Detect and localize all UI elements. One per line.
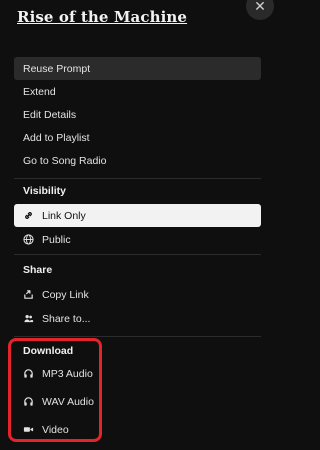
download-highlight-box [8, 338, 102, 442]
divider [14, 178, 261, 179]
share-icon [23, 289, 34, 300]
add-to-playlist-item[interactable]: Add to Playlist [14, 126, 261, 149]
visibility-section: Visibility Link Only Public [14, 180, 261, 251]
divider [14, 254, 261, 255]
divider [14, 336, 261, 337]
extend-item[interactable]: Extend [14, 80, 261, 103]
edit-details-item[interactable]: Edit Details [14, 103, 261, 126]
copy-link-item[interactable]: Copy Link [14, 283, 261, 306]
close-icon: ✕ [254, 0, 266, 14]
link-icon [23, 210, 34, 221]
reuse-prompt-item[interactable]: Reuse Prompt [14, 57, 261, 80]
share-section: Share Copy Link Share to... [14, 259, 261, 330]
share-title: Share [23, 264, 53, 276]
visibility-link-only[interactable]: Link Only [14, 204, 261, 227]
visibility-title: Visibility [23, 185, 66, 197]
song-title: Rise of the Machine [17, 8, 188, 26]
song-radio-item[interactable]: Go to Song Radio [14, 149, 261, 172]
globe-icon [23, 234, 34, 245]
visibility-public[interactable]: Public [14, 228, 261, 251]
actions-menu: Reuse Prompt Extend Edit Details Add to … [14, 57, 261, 172]
share-to-item[interactable]: Share to... [14, 307, 261, 330]
close-button[interactable]: ✕ [246, 0, 274, 20]
people-icon [23, 313, 34, 324]
